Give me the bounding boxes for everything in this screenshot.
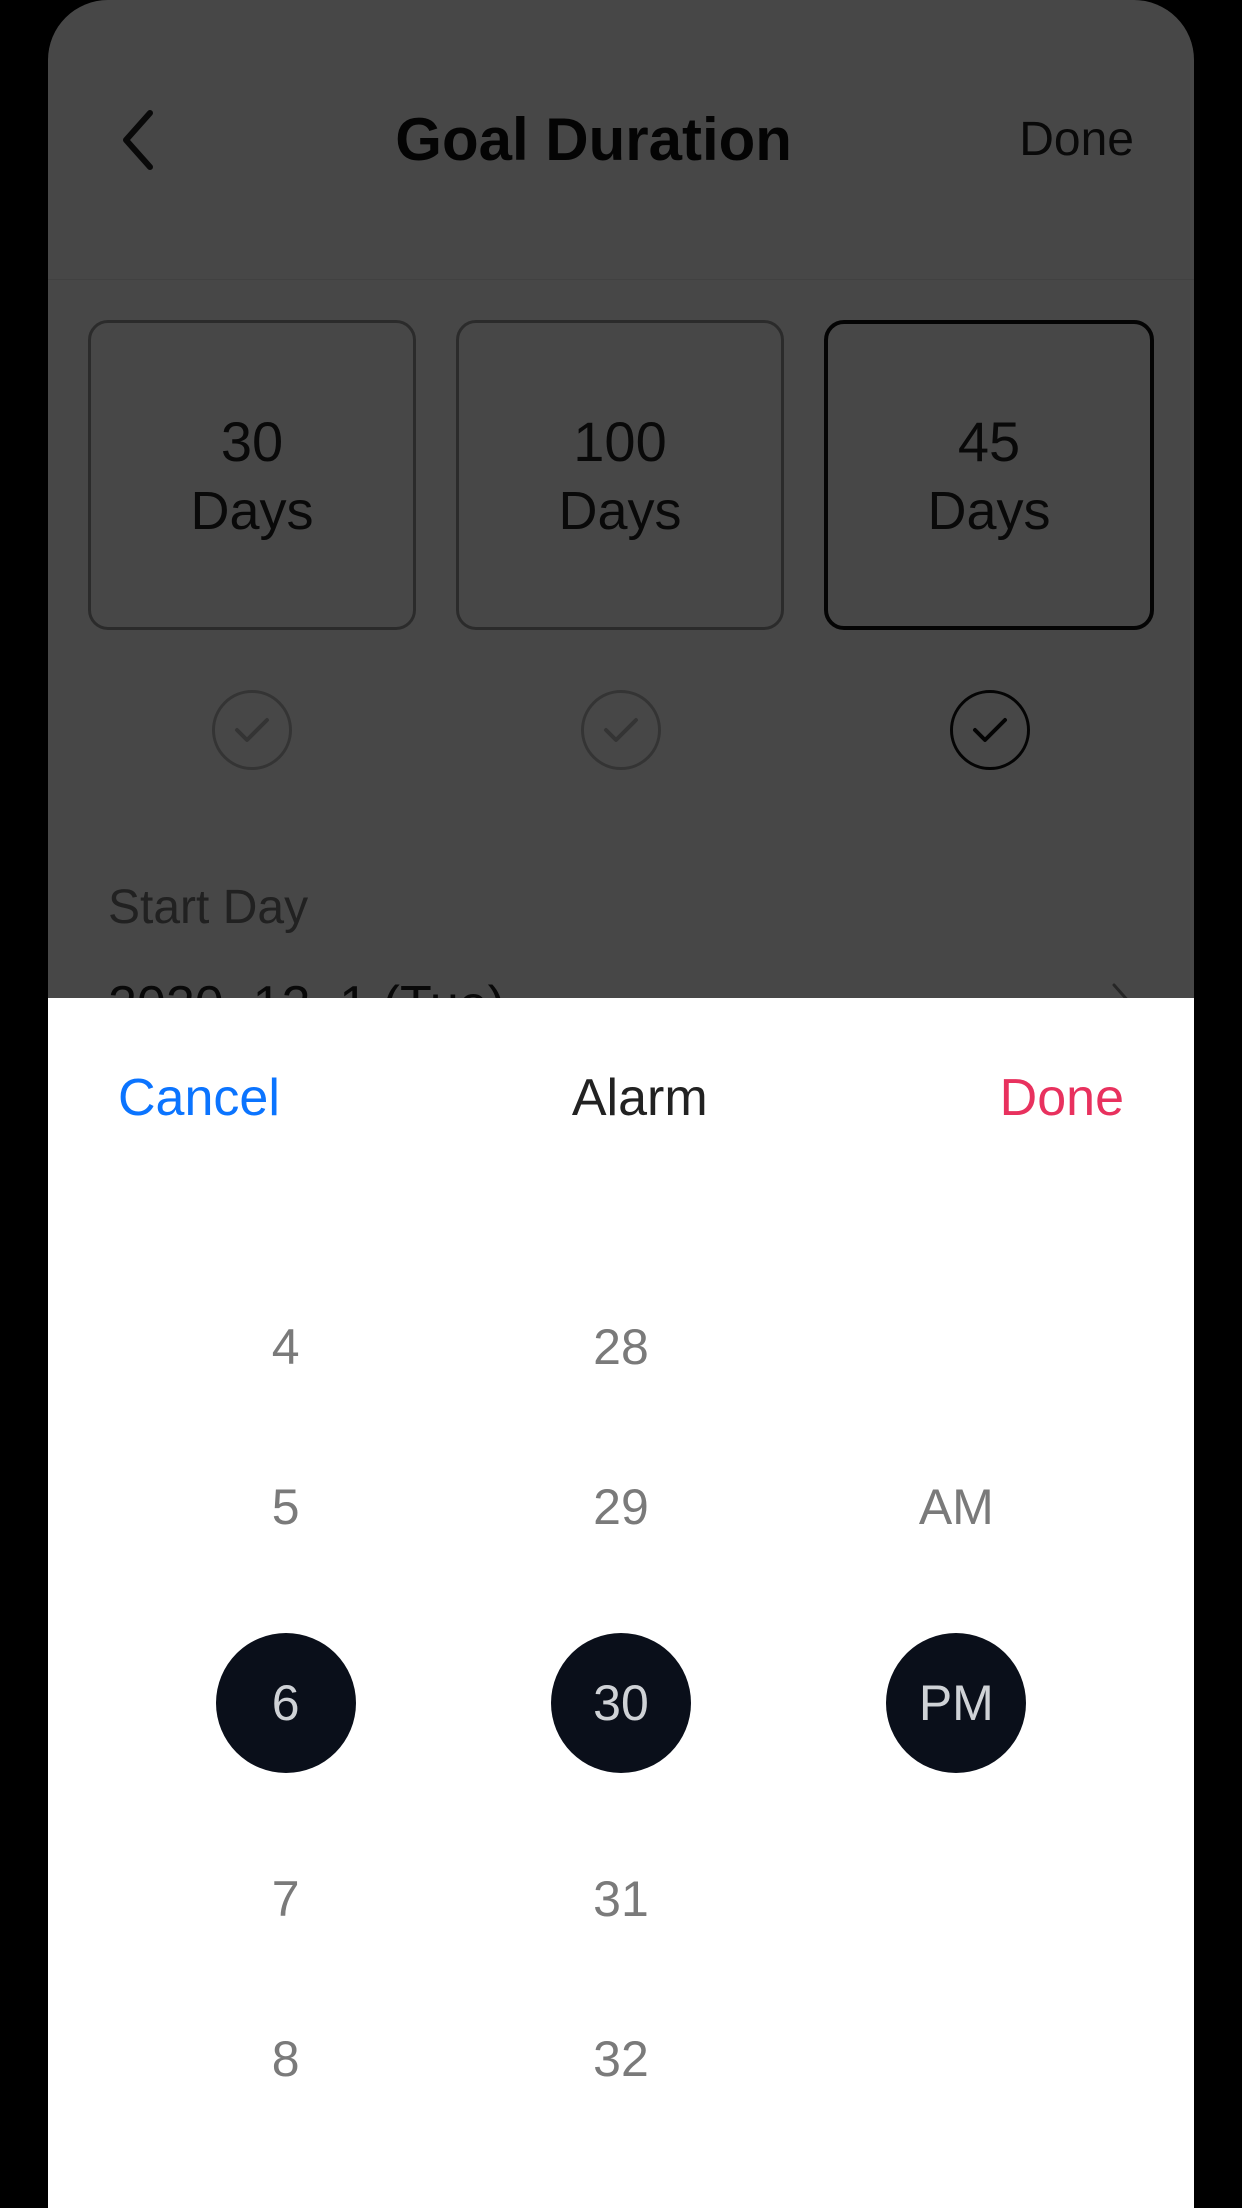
minute-option[interactable]: 29 xyxy=(551,1473,691,1541)
alarm-picker-sheet: Cancel Alarm Done 4 5 6 7 8 28 29 30 31 … xyxy=(48,998,1194,2208)
hour-option[interactable]: 4 xyxy=(216,1313,356,1381)
ampm-wheel[interactable]: AM PM xyxy=(789,1198,1124,2208)
picker-done-button[interactable]: Done xyxy=(1000,1068,1124,1128)
picker-cancel-button[interactable]: Cancel xyxy=(118,1068,280,1128)
minute-option[interactable]: 32 xyxy=(551,2025,691,2093)
ampm-option[interactable]: AM xyxy=(886,1473,1026,1541)
hour-option[interactable]: 5 xyxy=(216,1473,356,1541)
minute-option[interactable]: 31 xyxy=(551,1865,691,1933)
picker-title: Alarm xyxy=(572,1068,708,1128)
hour-wheel[interactable]: 4 5 6 7 8 xyxy=(118,1198,453,2208)
picker-wheels: 4 5 6 7 8 28 29 30 31 32 AM PM xyxy=(48,1198,1194,2208)
picker-header: Cancel Alarm Done xyxy=(48,998,1194,1198)
hour-option-selected[interactable]: 6 xyxy=(216,1633,356,1773)
minute-wheel[interactable]: 28 29 30 31 32 xyxy=(453,1198,788,2208)
hour-option[interactable]: 8 xyxy=(216,2025,356,2093)
minute-option[interactable]: 28 xyxy=(551,1313,691,1381)
ampm-option-selected[interactable]: PM xyxy=(886,1633,1026,1773)
hour-option[interactable]: 7 xyxy=(216,1865,356,1933)
minute-option-selected[interactable]: 30 xyxy=(551,1633,691,1773)
